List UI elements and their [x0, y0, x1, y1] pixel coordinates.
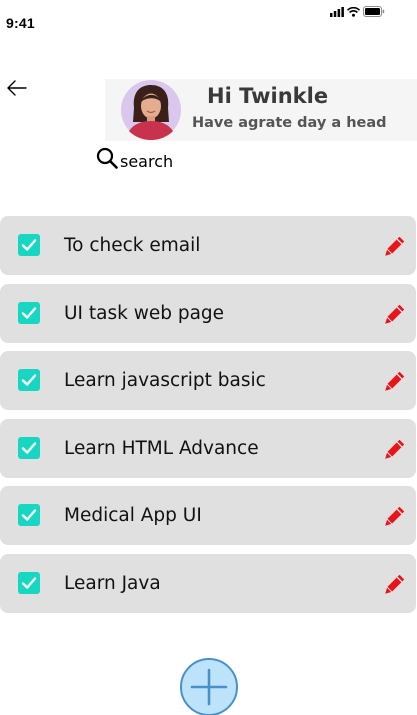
pencil-icon[interactable]	[384, 438, 406, 460]
todo-label: UI task web page	[64, 303, 225, 324]
greeting-title: Hi Twinkle	[207, 84, 329, 108]
status-time: 9:41	[6, 15, 35, 31]
battery-icon	[363, 6, 385, 17]
todo-screen: 9:41 Hi Twinkle Have agrate day a head s…	[0, 0, 417, 715]
todo-checkbox[interactable]	[18, 572, 40, 594]
search-label: search	[120, 151, 174, 171]
todo-label: Learn javascript basic	[64, 370, 266, 391]
search-button[interactable]: search	[96, 147, 173, 173]
search-icon	[96, 147, 118, 173]
todo-checkbox[interactable]	[18, 302, 40, 324]
todo-checkbox[interactable]	[18, 369, 40, 391]
plus-icon	[190, 668, 228, 706]
todo-label: Medical App UI	[64, 505, 202, 526]
pencil-icon[interactable]	[384, 235, 406, 257]
greeting-subtitle: Have agrate day a head	[192, 115, 387, 131]
pencil-icon[interactable]	[384, 505, 406, 527]
todo-checkbox[interactable]	[18, 437, 40, 459]
todo-item: Learn javascript basic	[0, 351, 416, 410]
add-task-button[interactable]	[180, 658, 238, 715]
todo-checkbox[interactable]	[18, 504, 40, 526]
todo-item: UI task web page	[0, 284, 416, 343]
todo-item: To check email	[0, 216, 416, 275]
todo-checkbox[interactable]	[18, 234, 40, 256]
back-arrow-icon[interactable]	[6, 78, 28, 98]
todo-item: Learn HTML Advance	[0, 419, 416, 478]
pencil-icon[interactable]	[384, 370, 406, 392]
todo-label: To check email	[64, 235, 201, 256]
status-icons	[330, 6, 385, 17]
signal-icon	[330, 6, 344, 17]
todo-item: Medical App UI	[0, 486, 416, 545]
todo-label: Learn HTML Advance	[64, 438, 259, 459]
greeting-banner: Hi Twinkle Have agrate day a head	[105, 79, 417, 141]
todo-label: Learn Java	[64, 573, 161, 594]
pencil-icon[interactable]	[384, 573, 406, 595]
avatar	[120, 80, 182, 140]
pencil-icon[interactable]	[384, 303, 406, 325]
todo-item: Learn Java	[0, 554, 416, 613]
wifi-icon	[347, 6, 360, 17]
